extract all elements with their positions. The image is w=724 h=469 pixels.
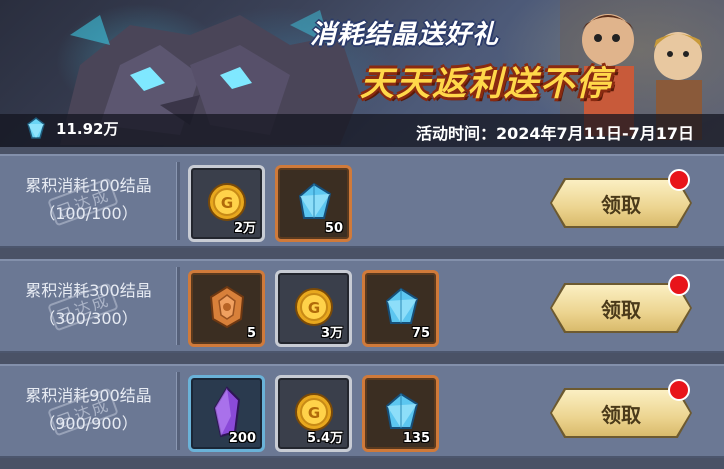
reward-quantity: 2万 bbox=[233, 221, 256, 236]
svg-text:G: G bbox=[307, 299, 319, 317]
event-banner: 消耗结晶送好礼 天天返利送不停 11.92万 活动时间：2024年7月11日-7… bbox=[0, 0, 724, 147]
reward-item-slot[interactable]: 135 bbox=[362, 375, 439, 452]
reward-item-slot[interactable]: 75 bbox=[362, 270, 439, 347]
event-time-label: 活动时间：2024年7月11日-7月17日 bbox=[416, 124, 694, 143]
reward-item-slot[interactable]: 5 bbox=[188, 270, 265, 347]
reward-items: 5 G 3万 75 bbox=[188, 270, 439, 347]
reward-quantity: 5.4万 bbox=[306, 431, 343, 446]
claim-button-label: 领取 bbox=[552, 390, 690, 436]
row-divider bbox=[176, 162, 180, 240]
row-divider bbox=[176, 372, 180, 450]
banner-title-line2: 天天返利送不停 bbox=[360, 64, 612, 104]
notification-dot-icon bbox=[668, 274, 690, 296]
reward-quantity: 50 bbox=[324, 221, 343, 236]
reward-item-slot[interactable]: 50 bbox=[275, 165, 352, 242]
notification-dot-icon bbox=[668, 379, 690, 401]
reward-quantity: 135 bbox=[402, 431, 430, 446]
blue-crystal-icon bbox=[27, 117, 45, 139]
reward-item-slot[interactable]: 200 bbox=[188, 375, 265, 452]
reward-item-slot[interactable]: G 5.4万 bbox=[275, 375, 352, 452]
reward-tier-row: 累积消耗900结晶 （900/900） 已达成 200 G 5.4万 135 领取 bbox=[0, 364, 724, 458]
reward-quantity: 3万 bbox=[320, 326, 343, 341]
crystal-balance: 11.92万 bbox=[24, 116, 118, 140]
notification-dot-icon bbox=[668, 169, 690, 191]
crystal-balance-value: 11.92万 bbox=[56, 119, 119, 138]
bronze-medal-icon bbox=[205, 283, 249, 335]
banner-title-line1: 消耗结晶送好礼 bbox=[310, 20, 500, 50]
reward-items: G 2万 50 bbox=[188, 165, 352, 242]
reward-quantity: 5 bbox=[246, 326, 256, 341]
svg-text:G: G bbox=[307, 404, 319, 422]
reward-item-slot[interactable]: G 2万 bbox=[188, 165, 265, 242]
reward-quantity: 200 bbox=[228, 431, 256, 446]
reward-quantity: 75 bbox=[411, 326, 430, 341]
reward-tier-row: 累积消耗100结晶 （100/100） 已达成 G 2万 50 领取 bbox=[0, 154, 724, 248]
row-divider bbox=[176, 267, 180, 345]
claim-button-label: 领取 bbox=[552, 285, 690, 331]
reward-tier-row: 累积消耗300结晶 （300/300） 已达成 5 G 3万 75 领取 bbox=[0, 259, 724, 353]
reward-items: 200 G 5.4万 135 bbox=[188, 375, 439, 452]
claim-button-label: 领取 bbox=[552, 180, 690, 226]
reward-item-slot[interactable]: G 3万 bbox=[275, 270, 352, 347]
svg-text:G: G bbox=[220, 194, 232, 212]
